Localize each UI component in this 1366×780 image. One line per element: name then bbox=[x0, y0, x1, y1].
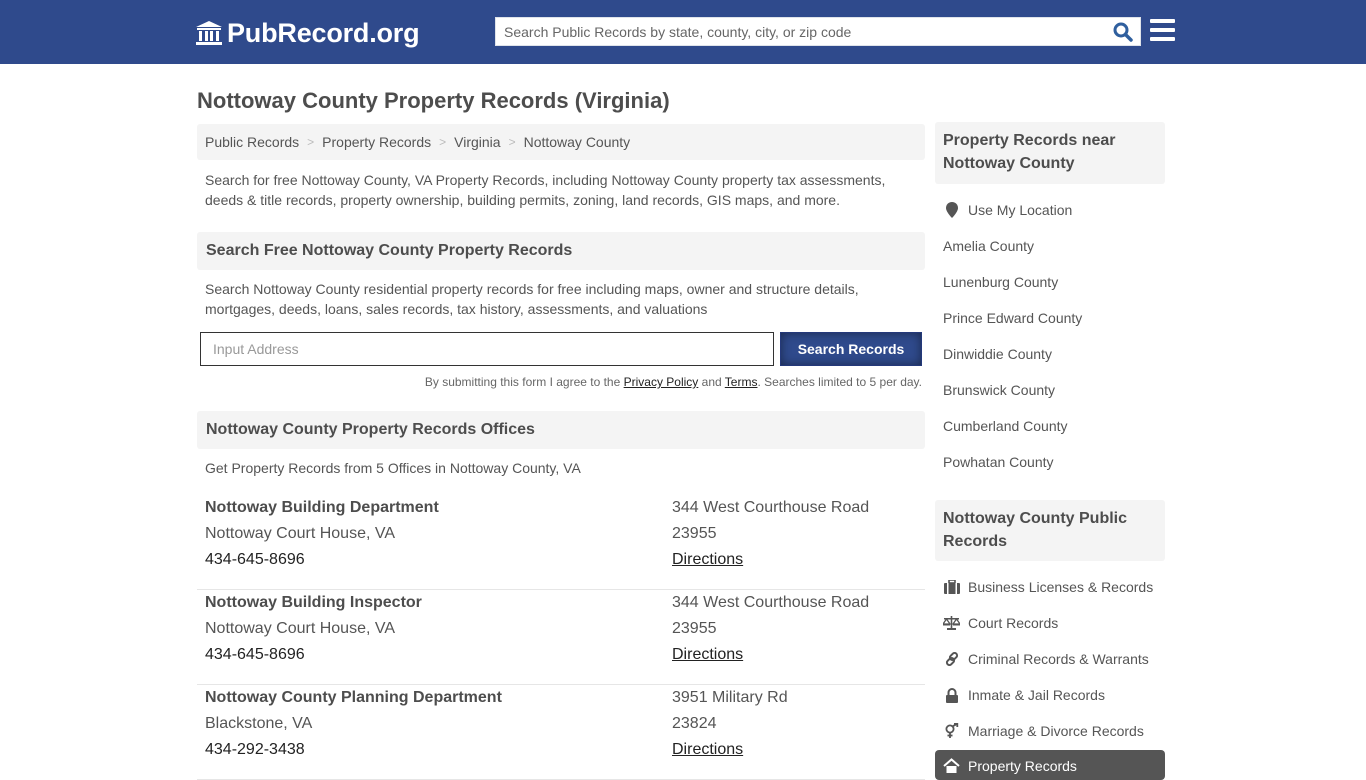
use-my-location-link[interactable]: Use My Location bbox=[943, 200, 1072, 220]
office-city: Nottoway Court House, VA bbox=[205, 525, 396, 542]
office-zip: 23955 bbox=[672, 525, 717, 542]
intro-text: Search for free Nottoway County, VA Prop… bbox=[205, 172, 886, 208]
search-records-button[interactable]: Search Records bbox=[780, 332, 922, 366]
breadcrumb-separator: > bbox=[508, 135, 516, 149]
office-name: Nottoway County Planning Department bbox=[205, 689, 502, 706]
sidebar-item-marriage-records[interactable]: Marriage & Divorce Records bbox=[943, 721, 1144, 741]
office-zip: 23955 bbox=[672, 620, 717, 637]
office-item: Nottoway Building Department Nottoway Co… bbox=[197, 495, 925, 590]
office-address: 344 West Courthouse Road bbox=[672, 594, 870, 611]
breadcrumb-virginia[interactable]: Virginia bbox=[454, 134, 500, 150]
nearby-county-link[interactable]: Prince Edward County bbox=[943, 308, 1082, 328]
disclaimer-text: and bbox=[698, 375, 725, 389]
breadcrumb-property-records[interactable]: Property Records bbox=[322, 134, 431, 150]
sidebar-item-court-records[interactable]: Court Records bbox=[943, 613, 1058, 633]
page-title: Nottoway County Property Records (Virgin… bbox=[197, 88, 670, 113]
home-icon bbox=[943, 758, 960, 774]
sidebar-item-business-licenses[interactable]: Business Licenses & Records bbox=[943, 577, 1153, 597]
link-icon bbox=[943, 651, 960, 667]
site-logo[interactable]: PubRecord.org bbox=[195, 16, 420, 50]
office-name: Nottoway Building Inspector bbox=[205, 594, 422, 611]
scales-icon bbox=[943, 615, 960, 631]
search-description: Search Nottoway County residential prope… bbox=[205, 281, 859, 317]
lock-icon bbox=[943, 687, 960, 703]
disclaimer-text: By submitting this form I agree to the bbox=[424, 375, 624, 389]
office-item: Nottoway County Planning Department Blac… bbox=[197, 685, 925, 780]
disclaimer-text: . Searches limited to 5 per day. bbox=[757, 375, 922, 389]
sidebar-item-inmate-records[interactable]: Inmate & Jail Records bbox=[943, 685, 1105, 705]
search-icon[interactable] bbox=[1112, 21, 1134, 43]
office-item: Nottoway Building Inspector Nottoway Cou… bbox=[197, 590, 925, 685]
site-search-input[interactable] bbox=[496, 18, 1096, 45]
nearby-county-link[interactable]: Powhatan County bbox=[943, 452, 1054, 472]
gender-icon bbox=[943, 723, 960, 739]
sidebar-item-label: Property Records bbox=[968, 758, 1077, 774]
nearby-county-link[interactable]: Cumberland County bbox=[943, 416, 1068, 436]
breadcrumb-separator: > bbox=[307, 135, 315, 149]
breadcrumb-public-records[interactable]: Public Records bbox=[205, 134, 299, 150]
public-records-heading: Nottoway County Public Records bbox=[935, 500, 1165, 561]
sidebar-item-label: Criminal Records & Warrants bbox=[968, 651, 1149, 667]
search-section-heading: Search Free Nottoway County Property Rec… bbox=[197, 232, 925, 270]
office-city: Blackstone, VA bbox=[205, 715, 313, 732]
use-my-location-label: Use My Location bbox=[968, 202, 1073, 218]
office-phone[interactable]: 434-645-8696 bbox=[205, 547, 439, 573]
top-navbar: PubRecord.org bbox=[0, 0, 1366, 64]
hamburger-menu-icon[interactable] bbox=[1150, 19, 1175, 43]
directions-link[interactable]: Directions bbox=[672, 646, 743, 663]
office-phone[interactable]: 434-645-8696 bbox=[205, 642, 422, 668]
directions-link[interactable]: Directions bbox=[672, 741, 743, 758]
nearby-records-heading: Property Records near Nottoway County bbox=[935, 122, 1165, 184]
briefcase-icon bbox=[943, 579, 960, 595]
nearby-county-link[interactable]: Lunenburg County bbox=[943, 272, 1058, 292]
breadcrumb-nottoway-county[interactable]: Nottoway County bbox=[524, 134, 631, 150]
offices-description: Get Property Records from 5 Offices in N… bbox=[205, 460, 581, 476]
privacy-policy-link[interactable]: Privacy Policy bbox=[624, 375, 699, 389]
office-name: Nottoway Building Department bbox=[205, 499, 439, 516]
site-search-bar bbox=[495, 17, 1141, 46]
office-phone[interactable]: 434-292-3438 bbox=[205, 737, 502, 763]
address-input[interactable] bbox=[200, 332, 774, 366]
office-zip: 23824 bbox=[672, 715, 717, 732]
nearby-county-link[interactable]: Brunswick County bbox=[943, 380, 1055, 400]
sidebar-item-property-records[interactable]: Property Records bbox=[935, 750, 1165, 780]
form-disclaimer: By submitting this form I agree to the P… bbox=[200, 375, 922, 389]
sidebar-item-label: Inmate & Jail Records bbox=[968, 687, 1105, 703]
nearby-county-link[interactable]: Amelia County bbox=[943, 236, 1034, 256]
nearby-county-link[interactable]: Dinwiddie County bbox=[943, 344, 1052, 364]
logo-text: PubRecord.org bbox=[227, 17, 420, 48]
breadcrumb-separator: > bbox=[439, 135, 447, 149]
sidebar-item-label: Court Records bbox=[968, 615, 1059, 631]
office-address: 3951 Military Rd bbox=[672, 689, 788, 706]
offices-section-heading: Nottoway County Property Records Offices bbox=[197, 411, 925, 449]
map-marker-icon bbox=[943, 202, 960, 218]
sidebar-item-criminal-records[interactable]: Criminal Records & Warrants bbox=[943, 649, 1149, 669]
directions-link[interactable]: Directions bbox=[672, 551, 743, 568]
office-city: Nottoway Court House, VA bbox=[205, 620, 396, 637]
sidebar-item-label: Marriage & Divorce Records bbox=[968, 723, 1144, 739]
sidebar-item-label: Business Licenses & Records bbox=[968, 579, 1154, 595]
terms-link[interactable]: Terms bbox=[725, 375, 758, 389]
breadcrumb: Public Records > Property Records > Virg… bbox=[197, 124, 925, 160]
office-address: 344 West Courthouse Road bbox=[672, 499, 870, 516]
courthouse-icon bbox=[196, 21, 222, 45]
